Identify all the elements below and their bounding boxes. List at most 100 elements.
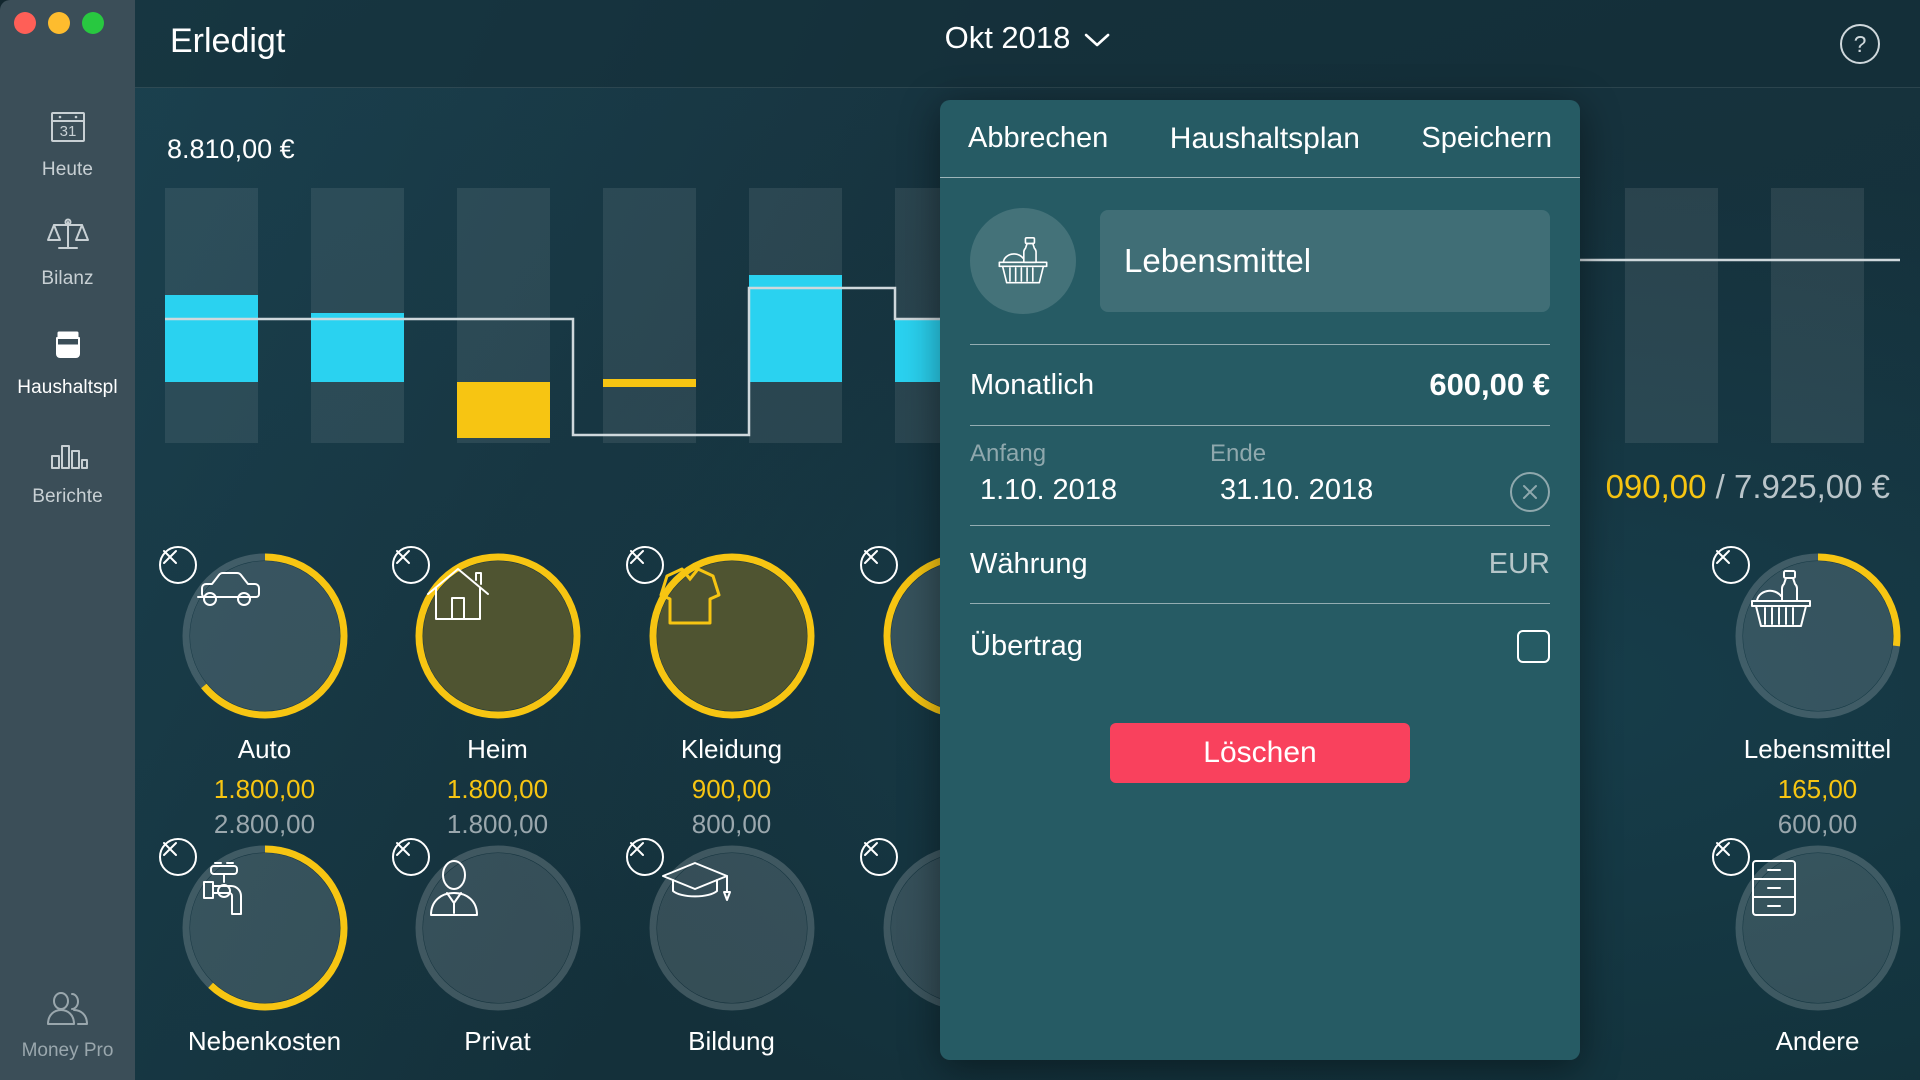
bar-chart-icon: [40, 429, 96, 477]
category-card-lebensmittel[interactable]: Lebensmittel 165,00 600,00: [1711, 546, 1920, 840]
category-spent: 1.800,00: [446, 774, 549, 804]
sidebar-item-label: Heute: [41, 159, 94, 180]
sidebar-item-berichte[interactable]: Berichte: [0, 415, 135, 524]
remove-category-button[interactable]: [158, 838, 197, 876]
category-card-kleidung[interactable]: Kleidung 900,00 800,00: [625, 546, 834, 840]
summary-separator: /: [1715, 468, 1725, 505]
sidebar-item-label: Bilanz: [41, 268, 94, 289]
calendar-31-icon: 31: [40, 102, 96, 150]
budget-summary: 090,00 / 7.925,00 €: [1606, 468, 1890, 506]
currency-value: EUR: [1488, 548, 1550, 580]
category-icon-bg: [656, 853, 807, 1003]
carryover-label: Übertrag: [970, 630, 1083, 662]
end-date-label: Ende: [1210, 440, 1267, 467]
category-icon-button[interactable]: [970, 208, 1076, 314]
category-name: Nebenkosten: [187, 1026, 342, 1056]
page-title: Erledigt: [170, 22, 286, 60]
category-card-nebenkosten[interactable]: Nebenkosten: [158, 838, 367, 1057]
category-name: Bildung: [688, 1026, 775, 1056]
sidebar-footer-money-pro[interactable]: Money Pro: [0, 987, 135, 1062]
app-window: 31 Heute Bilanz Haushaltspl Berichte Mon…: [0, 0, 1920, 1080]
close-button[interactable]: [14, 12, 36, 34]
category-name-input[interactable]: Lebensmittel: [1100, 210, 1550, 312]
progress-ring: [391, 838, 582, 1012]
people-icon: [43, 987, 93, 1034]
carryover-row[interactable]: Übertrag: [970, 603, 1550, 689]
remove-category-button[interactable]: [625, 546, 664, 584]
category-card-bildung[interactable]: Bildung: [625, 838, 834, 1057]
minimize-button[interactable]: [48, 12, 70, 34]
category-card-privat[interactable]: Privat: [391, 838, 600, 1057]
dialog-title: Haushaltsplan: [1169, 121, 1360, 155]
date-range-row: Anfang 1.10. 2018 Ende 31.10. 2018: [970, 425, 1550, 525]
clear-date-button[interactable]: [1510, 472, 1550, 512]
summary-total: 7.925,00 €: [1734, 468, 1890, 505]
balance-scale-icon: [40, 211, 96, 259]
dialog-header: Abbrechen Haushaltsplan Speichern: [940, 100, 1580, 178]
remove-category-button[interactable]: [158, 546, 197, 584]
category-spent: 900,00: [691, 774, 772, 804]
progress-ring: [1711, 546, 1902, 720]
cancel-button[interactable]: Abbrechen: [968, 122, 1108, 155]
category-budget: 1.800,00: [446, 809, 549, 839]
category-icon-bg: [189, 561, 340, 711]
basket-icon: [992, 229, 1054, 294]
progress-ring: [1711, 838, 1902, 1012]
category-budget: 800,00: [691, 809, 772, 839]
monthly-value: 600,00 €: [1429, 367, 1550, 402]
remove-category-button[interactable]: [1711, 838, 1750, 876]
category-icon-bg: [1742, 561, 1893, 711]
sidebar-item-label: Berichte: [32, 486, 103, 507]
start-date-label: Anfang: [970, 440, 1047, 467]
zoom-button[interactable]: [82, 12, 104, 34]
start-date-value: 1.10. 2018: [980, 474, 1118, 506]
carryover-checkbox[interactable]: [1517, 630, 1550, 663]
save-button[interactable]: Speichern: [1421, 122, 1552, 155]
start-date-field[interactable]: Anfang 1.10. 2018: [970, 440, 1210, 507]
month-label: Okt 2018: [944, 20, 1071, 55]
progress-ring: [625, 546, 816, 720]
category-name: Andere: [1775, 1026, 1860, 1056]
sidebar: 31 Heute Bilanz Haushaltspl Berichte Mon…: [0, 0, 135, 1080]
currency-row[interactable]: Währung EUR: [970, 525, 1550, 603]
end-date-field[interactable]: Ende 31.10. 2018: [1210, 440, 1450, 507]
top-bar: Erledigt Okt 2018 ?: [135, 0, 1920, 88]
remove-category-button[interactable]: [1711, 546, 1750, 584]
remove-category-button[interactable]: [625, 838, 664, 876]
category-icon-bg: [656, 561, 807, 711]
sidebar-nav: 31 Heute Bilanz Haushaltspl Berichte: [0, 88, 135, 524]
category-card-auto[interactable]: Auto 1.800,00 2.800,00: [158, 546, 367, 840]
category-card-heim[interactable]: Heim 1.800,00 1.800,00: [391, 546, 600, 840]
category-name: Heim: [467, 734, 528, 764]
category-icon-bg: [1742, 853, 1893, 1003]
remove-category-button[interactable]: [391, 838, 430, 876]
category-icon-bg: [422, 561, 573, 711]
budget-bucket-icon: [40, 320, 96, 368]
category-budget: 600,00: [1777, 809, 1858, 839]
category-icon-bg: [422, 853, 573, 1003]
month-selector[interactable]: Okt 2018: [945, 20, 1111, 56]
chart-total-label: 8.810,00 €: [167, 134, 295, 164]
sidebar-item-bilanz[interactable]: Bilanz: [0, 197, 135, 306]
sidebar-footer-label: Money Pro: [21, 1040, 114, 1061]
category-picker: Lebensmittel: [970, 178, 1550, 344]
category-name: Lebensmittel: [1743, 734, 1892, 764]
currency-label: Währung: [970, 548, 1088, 580]
sidebar-item-label: Haushaltspl: [17, 377, 118, 398]
sidebar-item-heute[interactable]: 31 Heute: [0, 88, 135, 197]
category-name: Kleidung: [680, 734, 783, 764]
category-spent: 165,00: [1777, 774, 1858, 804]
monthly-amount-row[interactable]: Monatlich 600,00 €: [970, 344, 1550, 425]
summary-spent: 090,00: [1605, 468, 1707, 505]
chevron-down-icon: [1084, 20, 1110, 56]
sidebar-item-haushaltsplan[interactable]: Haushaltspl: [0, 306, 135, 415]
category-name: Auto: [237, 734, 292, 764]
progress-ring: [625, 838, 816, 1012]
category-card-andere[interactable]: Andere: [1711, 838, 1920, 1057]
progress-ring: [391, 546, 582, 720]
remove-category-button[interactable]: [859, 838, 898, 876]
delete-button[interactable]: Löschen: [1110, 723, 1410, 783]
remove-category-button[interactable]: [391, 546, 430, 584]
remove-category-button[interactable]: [859, 546, 898, 584]
help-button[interactable]: ?: [1840, 24, 1880, 64]
